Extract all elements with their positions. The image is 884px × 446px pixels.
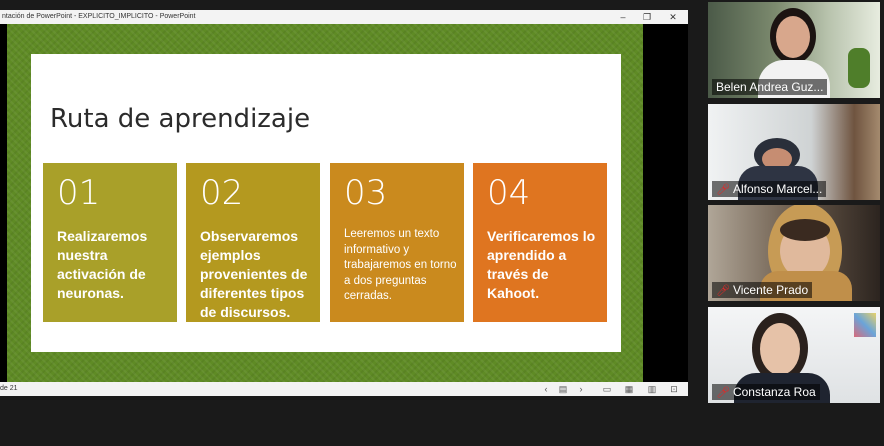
step-box-03: 03 Leeremos un texto informativo y traba… [330,163,464,322]
participant-tile-4[interactable]: 🎤︎ Constanza Roa [708,307,880,403]
participant-name: Belen Andrea Guz... [712,79,828,95]
shared-screen: ntación de PowerPoint - EXPLICITO_IMPLIC… [0,10,688,396]
step-number: 02 [200,173,244,213]
slide-content-card: Ruta de aprendizaje 01 Realizaremos nues… [31,54,621,352]
slideshow-icon[interactable]: ⊡ [668,383,680,395]
step-text: Observaremos ejemplos provenientes de di… [200,228,308,320]
step-text: Leeremos un texto informativo y trabajar… [344,228,457,302]
step-number: 03 [344,173,388,213]
mic-muted-icon: 🎤︎ [716,184,730,196]
powerpoint-titlebar: ntación de PowerPoint - EXPLICITO_IMPLIC… [0,10,688,24]
participant-name: 🎤︎ Alfonso Marcel... [712,181,827,197]
slide-title: Ruta de aprendizaje [50,104,311,134]
slide-sorter-icon[interactable]: ▦ [623,383,635,395]
step-text: Verificaremos lo aprendido a través de K… [487,228,596,301]
participant-name: 🎤︎ Constanza Roa [712,384,820,400]
close-button[interactable]: ✕ [662,10,684,24]
minimize-button[interactable]: – [612,10,634,24]
step-text: Realizaremos nuestra activación de neuro… [57,228,148,301]
step-box-01: 01 Realizaremos nuestra activación de ne… [43,163,177,322]
reading-view-icon[interactable]: ▥ [646,383,658,395]
restore-button[interactable]: ❐ [636,10,658,24]
participant-tile-2[interactable]: 🎤︎ Alfonso Marcel... [708,104,880,200]
wall-picture [854,313,876,337]
step-number: 04 [487,173,531,213]
participant-tile-3[interactable]: 🎤︎ Vicente Prado [708,205,880,301]
participant-tile-1[interactable]: Belen Andrea Guz... [708,2,880,98]
previous-slide-icon[interactable]: ‹ [540,383,552,395]
window-title: ntación de PowerPoint - EXPLICITO_IMPLIC… [2,13,196,20]
mic-muted-icon: 🎤︎ [716,387,730,399]
face [760,323,800,375]
plant [848,48,870,88]
normal-view-icon[interactable]: ▭ [601,383,613,395]
page-indicator: de 21 [0,385,18,392]
participant-name: 🎤︎ Vicente Prado [712,282,813,298]
mic-muted-icon: 🎤︎ [716,285,730,297]
powerpoint-statusbar: de 21 ‹ ▤ › ▭ ▦ ▥ ⊡ [0,382,688,396]
hair [780,219,830,241]
slide-viewport: Ruta de aprendizaje 01 Realizaremos nues… [0,24,688,382]
step-box-04: 04 Verificaremos lo aprendido a través d… [473,163,607,322]
next-slide-icon[interactable]: › [575,383,587,395]
step-number: 01 [57,173,101,213]
slide-menu-icon[interactable]: ▤ [557,383,569,395]
step-box-02: 02 Observaremos ejemplos provenientes de… [186,163,320,322]
face [776,16,810,58]
slide: Ruta de aprendizaje 01 Realizaremos nues… [7,24,643,382]
